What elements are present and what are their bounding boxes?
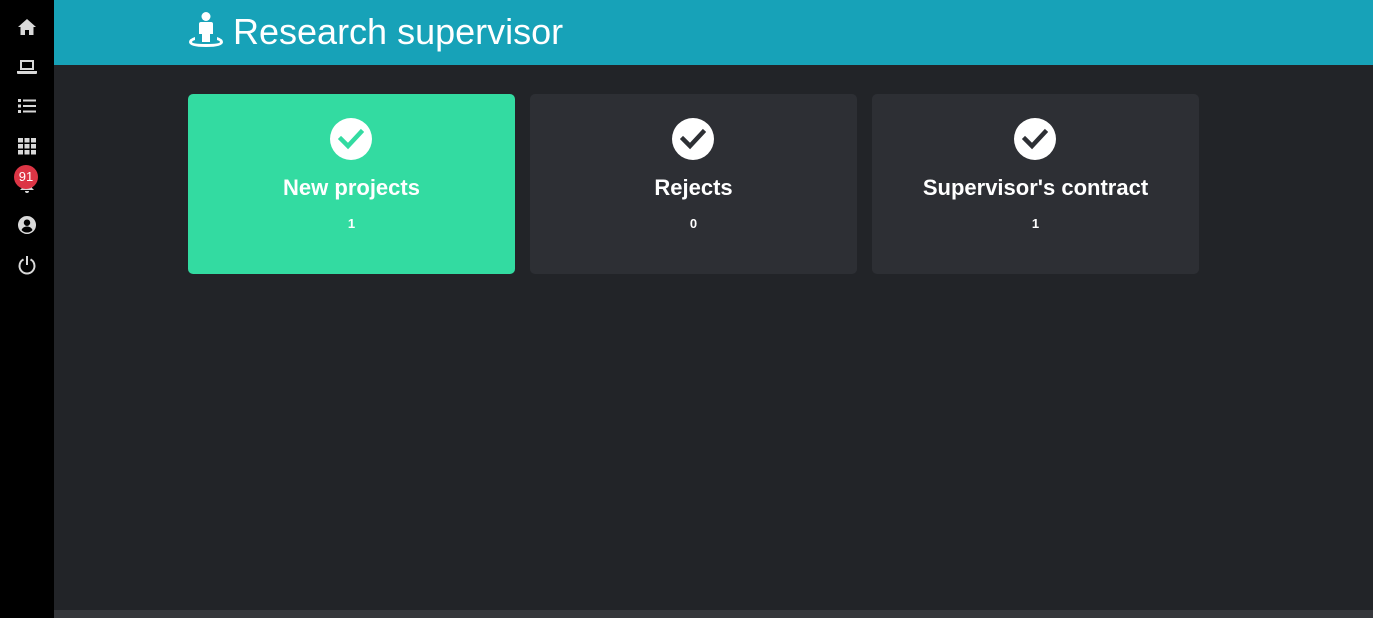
nav-profile[interactable] <box>0 208 54 242</box>
card-title: New projects <box>283 175 420 200</box>
check-circle-icon <box>1014 118 1056 160</box>
user-pin-icon <box>187 11 225 49</box>
nav-list[interactable] <box>0 89 54 123</box>
card-count: 0 <box>689 216 698 231</box>
page-title: Research supervisor <box>233 11 564 52</box>
page-header: Research supervisor <box>54 0 1373 65</box>
card-title: Rejects <box>654 175 733 200</box>
card-new-projects[interactable]: New projects 1 <box>188 94 515 274</box>
card-count: 1 <box>1031 216 1040 231</box>
power-icon <box>18 256 36 275</box>
footer-bar <box>54 610 1373 618</box>
nav-grid[interactable] <box>0 129 54 163</box>
card-title: Supervisor's contract <box>922 175 1149 200</box>
nav-logout[interactable] <box>0 248 54 282</box>
check-circle-icon <box>672 118 714 160</box>
nav-home[interactable] <box>0 10 54 44</box>
nav-laptop[interactable] <box>0 50 54 84</box>
user-circle-icon <box>18 216 37 234</box>
sidebar: 91 <box>0 0 54 618</box>
list-icon <box>18 99 36 113</box>
notification-badge: 91 <box>14 165 38 189</box>
grid-icon <box>18 138 36 155</box>
card-supervisors-contract[interactable]: Supervisor's contract 1 <box>872 94 1199 274</box>
laptop-icon <box>17 60 37 74</box>
home-icon <box>18 19 36 35</box>
check-circle-icon <box>330 118 372 160</box>
card-rejects[interactable]: Rejects 0 <box>530 94 857 274</box>
card-count: 1 <box>347 216 356 231</box>
